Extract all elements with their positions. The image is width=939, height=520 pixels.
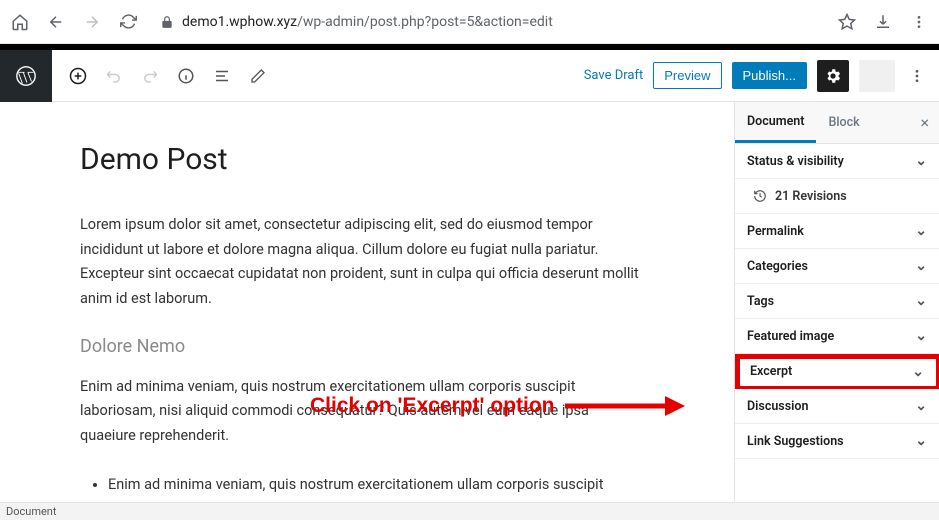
panel-label: Excerpt xyxy=(750,364,792,379)
redo-icon[interactable] xyxy=(138,64,162,88)
panel-permalink[interactable]: Permalink ⌄ xyxy=(735,214,939,249)
tab-document[interactable]: Document xyxy=(735,102,816,143)
chevron-down-icon: ⌄ xyxy=(915,153,927,169)
chevron-down-icon: ⌄ xyxy=(912,364,924,380)
reload-icon[interactable] xyxy=(118,12,138,32)
sidebar-tabs: Document Block × xyxy=(735,102,939,144)
add-block-icon[interactable] xyxy=(66,64,90,88)
panel-label: Featured image xyxy=(747,329,834,344)
chevron-down-icon: ⌄ xyxy=(915,433,927,449)
panel-label: Link Suggestions xyxy=(747,434,844,449)
forward-icon xyxy=(82,12,102,32)
back-icon[interactable] xyxy=(46,12,66,32)
panel-label: Permalink xyxy=(747,224,804,239)
browser-menu-icon[interactable] xyxy=(909,12,929,32)
tab-block[interactable]: Block xyxy=(816,102,871,143)
panel-revisions[interactable]: 21 Revisions xyxy=(735,179,939,214)
list-block[interactable]: Enim ad minima veniam, quis nostrum exer… xyxy=(80,472,640,502)
more-menu-icon[interactable] xyxy=(905,64,929,88)
post-title[interactable]: Demo Post xyxy=(80,142,654,177)
undo-icon[interactable] xyxy=(102,64,126,88)
paragraph-block[interactable]: Enim ad minima veniam, quis nostrum exer… xyxy=(80,375,640,449)
panel-label: Tags xyxy=(747,294,774,309)
close-sidebar-icon[interactable]: × xyxy=(920,113,939,132)
paragraph-block[interactable]: Lorem ipsum dolor sit amet, consectetur … xyxy=(80,213,640,312)
panel-status-visibility[interactable]: Status & visibility ⌄ xyxy=(735,144,939,179)
status-bar: Document xyxy=(0,502,939,520)
wordpress-logo-icon[interactable] xyxy=(0,50,52,102)
panel-label: Status & visibility xyxy=(747,154,844,169)
panel-tags[interactable]: Tags ⌄ xyxy=(735,284,939,319)
list-item[interactable]: Enim ad minima veniam, quis nostrum exer… xyxy=(108,472,640,498)
pencil-icon[interactable] xyxy=(246,64,270,88)
chevron-down-icon: ⌄ xyxy=(915,258,927,274)
home-icon[interactable] xyxy=(10,12,30,32)
address-bar[interactable]: demo1.wphow.xyz/wp-admin/post.php?post=5… xyxy=(160,14,821,30)
url-text: demo1.wphow.xyz/wp-admin/post.php?post=5… xyxy=(182,14,553,30)
browser-toolbar: demo1.wphow.xyz/wp-admin/post.php?post=5… xyxy=(0,0,939,44)
settings-sidebar: Document Block × Status & visibility ⌄ 2… xyxy=(734,102,939,502)
panel-link-suggestions[interactable]: Link Suggestions ⌄ xyxy=(735,424,939,459)
info-icon[interactable] xyxy=(174,64,198,88)
settings-button[interactable] xyxy=(817,60,849,92)
preview-button[interactable]: Preview xyxy=(653,62,721,89)
panel-discussion[interactable]: Discussion ⌄ xyxy=(735,389,939,424)
chevron-down-icon: ⌄ xyxy=(915,223,927,239)
editor-top-toolbar: Save Draft Preview Publish... xyxy=(0,50,939,102)
chevron-down-icon: ⌄ xyxy=(915,293,927,309)
publish-button[interactable]: Publish... xyxy=(732,62,807,89)
panel-label: Categories xyxy=(747,259,808,274)
lock-icon xyxy=(160,15,174,29)
chevron-down-icon: ⌄ xyxy=(915,398,927,414)
save-draft-link[interactable]: Save Draft xyxy=(584,68,644,83)
editor-canvas[interactable]: Demo Post Lorem ipsum dolor sit amet, co… xyxy=(0,102,734,502)
panel-label: Discussion xyxy=(747,399,808,414)
chevron-down-icon: ⌄ xyxy=(915,328,927,344)
panel-categories[interactable]: Categories ⌄ xyxy=(735,249,939,284)
breadcrumb[interactable]: Document xyxy=(6,505,56,518)
revisions-label: 21 Revisions xyxy=(775,189,847,204)
blank-box xyxy=(859,60,895,92)
panel-featured-image[interactable]: Featured image ⌄ xyxy=(735,319,939,354)
panel-excerpt[interactable]: Excerpt ⌄ xyxy=(735,354,939,389)
outline-icon[interactable] xyxy=(210,64,234,88)
history-icon xyxy=(753,189,767,203)
star-icon[interactable] xyxy=(837,12,857,32)
heading-block[interactable]: Dolore Nemo xyxy=(80,336,654,357)
download-icon[interactable] xyxy=(873,12,893,32)
